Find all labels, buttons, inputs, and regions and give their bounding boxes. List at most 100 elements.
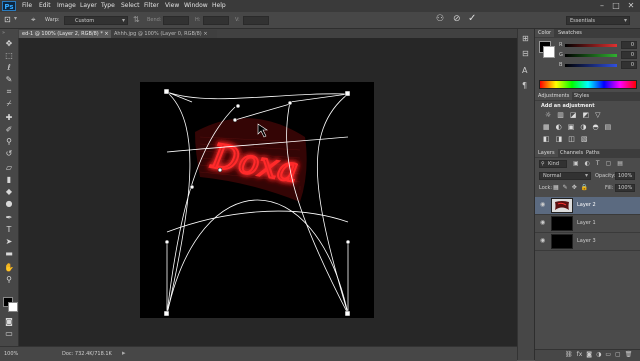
warp-control-point[interactable]	[232, 117, 238, 123]
warp-control-point[interactable]	[189, 184, 195, 190]
visibility-eye-icon[interactable]: ◉	[540, 220, 548, 226]
warp-control-point[interactable]	[345, 239, 351, 245]
warp-corner-handle[interactable]	[344, 90, 351, 97]
background-color-swatch[interactable]	[8, 302, 18, 312]
tab-paths[interactable]: Paths	[583, 149, 603, 157]
canvas[interactable]: Doxa	[140, 82, 374, 318]
healing-tool-icon[interactable]: ✚	[4, 113, 14, 122]
warp-corner-handle[interactable]	[163, 88, 170, 95]
tab-swatches[interactable]: Swatches	[555, 29, 585, 37]
filter-adjustment-icon[interactable]: ◐	[585, 160, 590, 168]
tab-document-1[interactable]: ed-1 @ 100% (Layer 2, RGB/8) * ×	[19, 30, 113, 38]
cancel-icon[interactable]: ⊘	[453, 14, 461, 24]
lock-transparent-icon[interactable]: ▦	[553, 184, 559, 192]
maximize-button[interactable]: □	[610, 1, 622, 11]
filter-type-icon[interactable]: T	[596, 160, 600, 168]
quick-mask-icon[interactable]: ◙	[4, 317, 14, 326]
eraser-tool-icon[interactable]: ▱	[4, 163, 14, 172]
lasso-tool-icon[interactable]: ℓ	[4, 63, 14, 72]
paragraph-panel-icon[interactable]: ¶	[522, 81, 527, 90]
transform-mode-icon[interactable]: ⚇	[436, 14, 444, 24]
chevron-down-icon[interactable]: ▾	[14, 15, 17, 22]
tab-adjustments[interactable]: Adjustments	[535, 92, 573, 100]
channel-b-field[interactable]: 0	[621, 61, 637, 69]
invert-icon[interactable]: ◧	[543, 135, 550, 144]
menu-file[interactable]: File	[22, 2, 32, 9]
posterize-icon[interactable]: ◨	[556, 135, 563, 144]
warp-control-point[interactable]	[217, 167, 223, 173]
layer-name[interactable]: Layer 1	[577, 220, 596, 226]
path-select-tool-icon[interactable]: ➤	[4, 237, 14, 246]
levels-icon[interactable]: ▥	[557, 111, 564, 120]
brush-tool-icon[interactable]: ✐	[4, 125, 14, 134]
clone-stamp-tool-icon[interactable]: ⚲	[4, 137, 14, 146]
link-layers-icon[interactable]: ⛓	[565, 351, 573, 360]
gradient-map-icon[interactable]: ▧	[581, 135, 588, 144]
opacity-field[interactable]: 100%	[615, 172, 635, 180]
warp-corner-handle[interactable]	[344, 310, 351, 317]
lock-all-icon[interactable]: 🔒	[581, 184, 588, 192]
filter-smart-object-icon[interactable]: ▤	[617, 160, 623, 168]
layer-style-icon[interactable]: fx	[577, 351, 583, 360]
quick-select-tool-icon[interactable]: ✎	[4, 75, 14, 84]
black-white-icon[interactable]: ▣	[568, 123, 575, 132]
workspace-select[interactable]: Essentials ▾	[566, 16, 630, 25]
channel-g-slider[interactable]	[565, 54, 617, 57]
dodge-tool-icon[interactable]: ●	[4, 199, 14, 208]
zoom-level[interactable]: 100%	[4, 351, 18, 357]
vibrance-icon[interactable]: ▽	[595, 111, 600, 120]
channel-r-slider[interactable]	[565, 44, 617, 47]
new-layer-icon[interactable]: ▢	[615, 351, 621, 360]
exposure-icon[interactable]: ◩	[583, 111, 590, 120]
curves-icon[interactable]: ◪	[570, 111, 577, 120]
warp-control-point[interactable]	[235, 103, 241, 109]
channel-mixer-icon[interactable]: ◓	[592, 123, 598, 132]
color-background-swatch[interactable]	[543, 46, 555, 58]
collapse-icon[interactable]: »	[2, 30, 5, 36]
warp-corner-handle[interactable]	[163, 310, 170, 317]
bend-field[interactable]	[163, 16, 189, 25]
commit-check-icon[interactable]: ✓	[468, 13, 476, 24]
layer-row-layer-2[interactable]: ◉ Layer 2	[535, 197, 640, 215]
photo-filter-icon[interactable]: ◑	[580, 123, 586, 132]
layer-row-layer-3[interactable]: ◉ Layer 3	[535, 233, 640, 251]
warp-control-point[interactable]	[164, 239, 170, 245]
visibility-eye-icon[interactable]: ◉	[540, 238, 548, 244]
warp-tool-icon[interactable]: ⊡	[4, 15, 11, 24]
threshold-icon[interactable]: ◫	[568, 135, 575, 144]
layer-row-layer-1[interactable]: ◉ Layer 1	[535, 215, 640, 233]
menu-window[interactable]: Window	[184, 2, 208, 9]
move-tool-icon[interactable]: ✥	[4, 39, 14, 48]
gradient-tool-icon[interactable]: ▮	[4, 175, 14, 184]
crop-tool-icon[interactable]: ⌗	[4, 87, 14, 96]
minimize-button[interactable]: –	[596, 1, 608, 11]
lock-position-icon[interactable]: ✥	[572, 184, 577, 192]
new-adjustment-layer-icon[interactable]: ◑	[596, 351, 601, 360]
menu-help[interactable]: Help	[212, 2, 226, 9]
channel-g-field[interactable]: 0	[621, 51, 637, 59]
properties-panel-icon[interactable]: ⊟	[522, 49, 529, 58]
status-menu-arrow-icon[interactable]: ▸	[122, 349, 126, 357]
layer-name[interactable]: Layer 3	[577, 238, 596, 244]
color-spectrum-ramp[interactable]	[539, 80, 637, 89]
add-mask-icon[interactable]: ◙	[586, 351, 592, 360]
layer-kind-filter[interactable]: ⚲ Kind	[539, 160, 567, 168]
warp-orientation-icon[interactable]: ⇅	[133, 15, 140, 24]
warp-control-point[interactable]	[287, 100, 293, 106]
warp-overlay[interactable]: Doxa	[140, 82, 374, 318]
fill-field[interactable]: 100%	[615, 184, 635, 192]
tab-color[interactable]: Color	[535, 29, 555, 37]
channel-b-slider[interactable]	[565, 64, 617, 67]
history-panel-icon[interactable]: ⊞	[522, 34, 529, 43]
warp-style-select[interactable]: Custom ▾	[64, 16, 128, 25]
tab-styles[interactable]: Styles	[571, 92, 592, 100]
menu-view[interactable]: View	[165, 2, 179, 9]
blur-tool-icon[interactable]: ◆	[4, 187, 14, 196]
h-distortion-field[interactable]	[203, 16, 229, 25]
v-distortion-field[interactable]	[243, 16, 269, 25]
shape-tool-icon[interactable]: ▬	[4, 249, 14, 258]
tab-document-2[interactable]: Ahhh.jpg @ 100% (Layer 0, RGB/8) ×	[111, 30, 217, 38]
character-panel-icon[interactable]: A	[522, 66, 527, 75]
eyedropper-tool-icon[interactable]: ⌿	[4, 99, 14, 108]
filter-pixel-icon[interactable]: ▣	[573, 160, 579, 168]
